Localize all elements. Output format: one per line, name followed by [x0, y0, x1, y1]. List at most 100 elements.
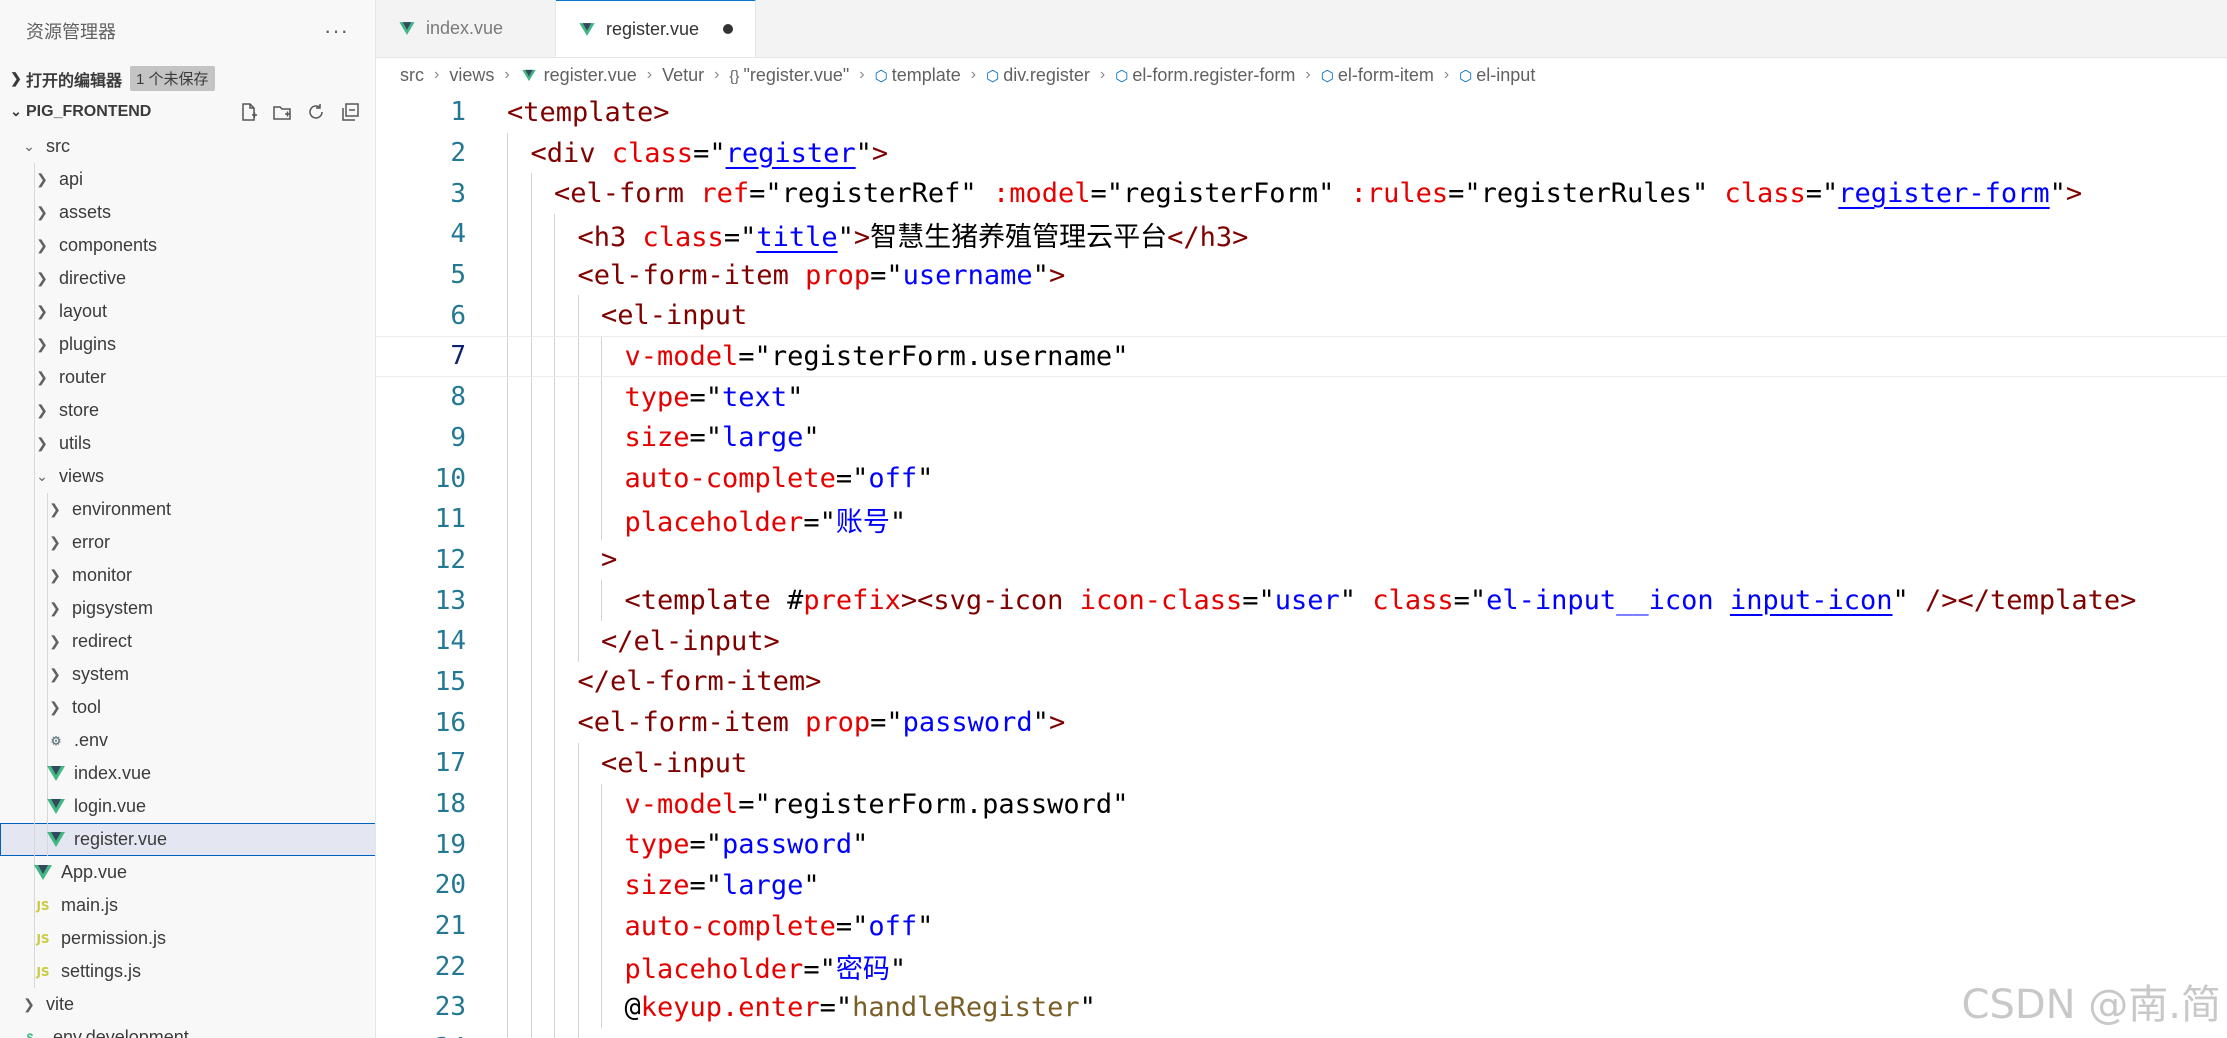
indent-guide [34, 658, 35, 691]
code-line[interactable]: 20 size="large" [376, 865, 2227, 906]
code-line[interactable]: 19 type="password" [376, 824, 2227, 866]
breadcrumb-item[interactable]: ⬡ el-form.register-form [1115, 65, 1295, 86]
tree-item-monitor[interactable]: ❯ monitor [0, 559, 375, 592]
code-line[interactable]: 24 > [376, 1027, 2227, 1038]
tree-item-env[interactable]: ⚙ .env [0, 724, 375, 757]
new-folder-icon[interactable] [271, 101, 293, 123]
code-text: <el-input [601, 300, 747, 331]
indent-guide [34, 889, 35, 922]
new-file-icon[interactable] [237, 101, 259, 123]
code-line[interactable]: 15 </el-form-item> [376, 661, 2227, 703]
indent-guide [530, 905, 532, 947]
code-line[interactable]: 6 <el-input [376, 295, 2227, 337]
tree-item-layout[interactable]: ❯ layout [0, 295, 375, 328]
tree-item-register-vue[interactable]: register.vue [0, 823, 375, 856]
tree-item-views[interactable]: ⌄ views [0, 460, 375, 493]
tree-item-src[interactable]: ⌄ src [0, 130, 375, 163]
tree-item-directive[interactable]: ❯ directive [0, 262, 375, 295]
indent-guide [507, 1027, 508, 1038]
refresh-icon[interactable] [305, 101, 327, 123]
tree-item-label: assets [59, 202, 112, 222]
tree-item-vite[interactable]: ❯ vite [0, 988, 375, 1021]
code-line[interactable]: 5 <el-form-item prop="username"> [376, 254, 2227, 296]
tree-item-settings-js[interactable]: JS settings.js [0, 955, 375, 988]
tree-item-plugins[interactable]: ❯ plugins [0, 328, 375, 361]
code-line[interactable]: 7 v-model="registerForm.username" [376, 336, 2227, 377]
breadcrumb-label: register.vue [543, 64, 637, 85]
tree-item-main-js[interactable]: JS main.js [0, 889, 375, 922]
tree-item-environment[interactable]: ❯ environment [0, 493, 375, 526]
indent-guide [34, 559, 35, 592]
tree-item-redirect[interactable]: ❯ redirect [0, 625, 375, 658]
line-number: 11 [434, 504, 466, 535]
code-line[interactable]: 22 placeholder="密码" [376, 946, 2227, 988]
code-line[interactable]: 4 <h3 class="title">智慧生猪养殖管理云平台</h3> [376, 214, 2227, 255]
env-file-icon: $ [26, 1030, 34, 1038]
code-line[interactable]: 3 <el-form ref="registerRef" :model="regi… [376, 173, 2227, 215]
breadcrumb-item[interactable]: ⬡ el-form-item [1321, 65, 1434, 86]
indent-guide [577, 580, 579, 621]
tree-item-login-vue[interactable]: login.vue [0, 790, 375, 823]
code-line[interactable]: 16 <el-form-item prop="password"> [376, 702, 2227, 743]
code-line[interactable]: 10 auto-complete="off" [376, 458, 2227, 499]
indent-guide [507, 376, 508, 418]
tree-item-label: store [59, 400, 100, 420]
tab-index-vue[interactable]: index.vue [376, 0, 556, 57]
code-line[interactable]: 13 <template #prefix><svg-icon icon-class… [376, 580, 2227, 621]
indent-guide [507, 173, 508, 215]
open-editors-section[interactable]: ❯ 打开的编辑器 1 个未保存 [0, 62, 375, 95]
breadcrumb-item[interactable]: ⬡ template [875, 65, 961, 86]
tree-item-store[interactable]: ❯ store [0, 394, 375, 427]
project-section[interactable]: ⌄ PIG_FRONTEND [0, 95, 375, 128]
tree-item-api[interactable]: ❯ api [0, 163, 375, 196]
tree-item-env-development[interactable]: $ .env.development [0, 1021, 375, 1038]
tree-item-permission-js[interactable]: JS permission.js [0, 922, 375, 955]
tab-register-vue[interactable]: register.vue [556, 0, 757, 57]
tree-item-assets[interactable]: ❯ assets [0, 196, 375, 229]
code-line[interactable]: 18 v-model="registerForm.password" [376, 783, 2227, 825]
more-actions-icon[interactable]: ··· [324, 18, 349, 44]
code-line[interactable]: 11 placeholder="账号" [376, 498, 2227, 540]
tree-item-tool[interactable]: ❯ tool [0, 691, 375, 724]
code-token: =" [1453, 585, 1487, 617]
tree-item-pigsystem[interactable]: ❯ pigsystem [0, 592, 375, 625]
code-line[interactable]: 17 <el-input [376, 743, 2227, 784]
breadcrumb-item[interactable]: register.vue [520, 65, 637, 86]
breadcrumb-item[interactable]: views [449, 65, 494, 86]
editor-area: index.vue register.vue src › views › register… [376, 0, 2227, 1038]
indent-guide [530, 498, 532, 540]
indent-guide [507, 214, 508, 255]
indent-guide [34, 592, 35, 625]
tree-item-index-vue[interactable]: index.vue [0, 757, 375, 790]
code-line[interactable]: 23 @keyup.enter="handleRegister" [376, 987, 2227, 1028]
tree-item-app-vue[interactable]: App.vue [0, 856, 375, 889]
tree-item-system[interactable]: ❯ system [0, 658, 375, 691]
symbol-element-icon: ⬡ [1320, 67, 1334, 85]
tree-item-router[interactable]: ❯ router [0, 361, 375, 394]
tree-item-utils[interactable]: ❯ utils [0, 427, 375, 460]
code-line[interactable]: 1 <template> [376, 92, 2227, 133]
line-number: 15 [434, 666, 466, 697]
code-line[interactable]: 21 auto-complete="off" [376, 905, 2227, 947]
breadcrumb-item[interactable]: ⬡ div.register [986, 65, 1090, 86]
tree-item-error[interactable]: ❯ error [0, 526, 375, 559]
code-line[interactable]: 8 type="text" [376, 376, 2227, 418]
code-editor[interactable]: 1 <template> 2 <div class="register"> 3 <el-f… [376, 92, 2227, 1038]
indent-guide [34, 229, 35, 262]
tree-item-components[interactable]: ❯ components [0, 229, 375, 262]
indent-guide [507, 337, 508, 376]
code-line[interactable]: 2 <div class="register"> [376, 132, 2227, 174]
unsaved-dot-icon[interactable] [723, 24, 734, 34]
indent-guide [601, 946, 602, 988]
breadcrumb-item[interactable]: Vetur [662, 65, 704, 86]
breadcrumb-item[interactable]: src [400, 65, 424, 86]
code-line[interactable]: 12 > [376, 539, 2227, 581]
code-line[interactable]: 14 </el-input> [376, 620, 2227, 662]
code-line[interactable]: 9 size="large" [376, 417, 2227, 459]
code-text: <el-form ref="registerRef" :model="regis… [554, 178, 2082, 209]
collapse-all-icon[interactable] [339, 101, 361, 123]
breadcrumb-item[interactable]: ⬡ el-input [1459, 65, 1535, 86]
code-token: off [868, 463, 918, 495]
breadcrumb-item[interactable]: {} "register.vue" [729, 65, 849, 86]
explorer-sidebar: 资源管理器 ··· ❯ 打开的编辑器 1 个未保存 ⌄ PIG_FRONTEND… [0, 0, 376, 1038]
